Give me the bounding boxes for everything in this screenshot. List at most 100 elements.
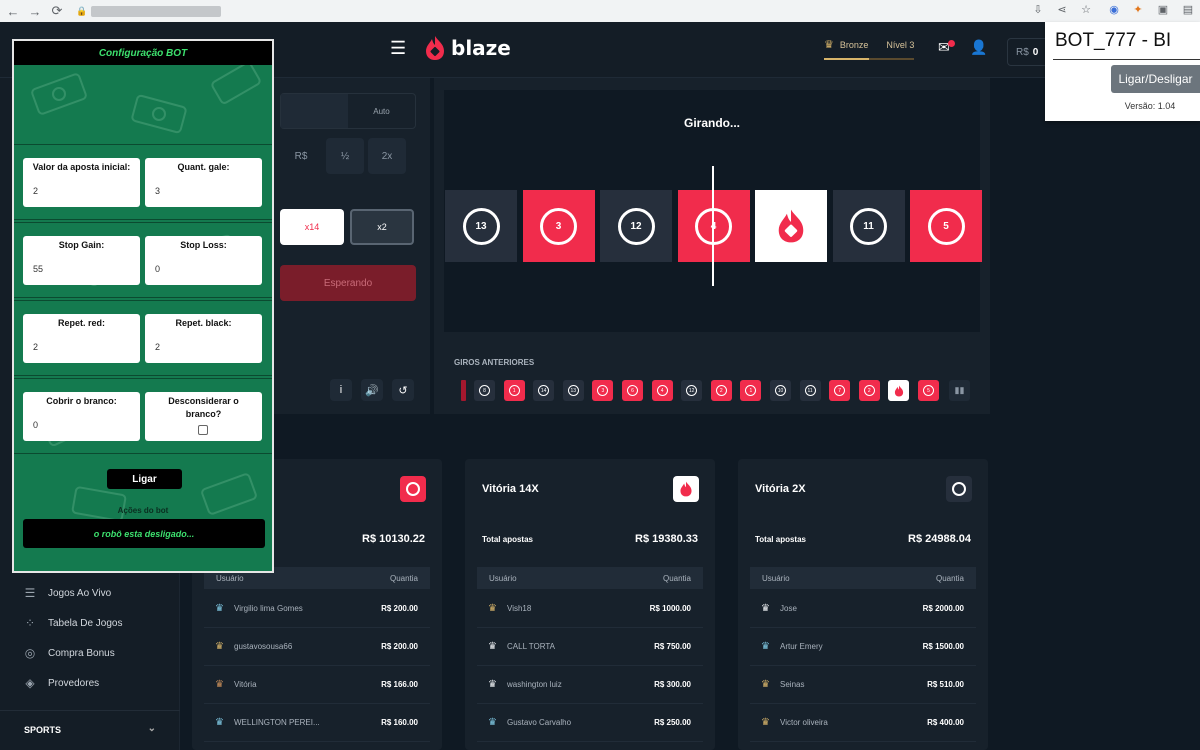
tab-normal[interactable] (281, 94, 348, 128)
menu-hamburger-icon[interactable]: ☰ (390, 38, 406, 59)
roulette-tile-black: 13 (445, 190, 517, 262)
history-label: GIROS ANTERIORES (454, 358, 535, 367)
row-amount: R$ 510.00 (927, 680, 964, 689)
stop-settings-section: Stop Gain: 55 Stop Loss: 0 (14, 222, 272, 298)
history-number: 1 (745, 385, 757, 396)
popup-version: Versão: 1.04 (1124, 101, 1176, 111)
sound-icon[interactable]: 🔊 (361, 379, 383, 401)
blaze-flame-icon (894, 385, 903, 396)
initial-bet-field[interactable]: Valor da aposta inicial: 2 (23, 158, 140, 207)
chrome-ext-icon[interactable]: ◉ (1106, 3, 1122, 16)
row-amount: R$ 750.00 (654, 642, 691, 651)
tab-auto[interactable]: Auto (348, 94, 415, 128)
star-icon[interactable]: ☆ (1078, 3, 1094, 16)
history-number: 10 (775, 385, 786, 396)
sidebar-item-live-games[interactable]: ☰ Jogos Ao Vivo (22, 586, 112, 600)
tile-number: 11 (850, 207, 887, 245)
currency-label: R$ (294, 150, 308, 162)
ext-icon-3[interactable]: ▣ (1155, 3, 1171, 16)
notification-badge (948, 40, 955, 47)
sidebar-item-bonus[interactable]: ◎ Compra Bonus (22, 646, 115, 660)
bot-start-button[interactable]: Ligar (107, 469, 182, 489)
crown-icon: ♛ (215, 641, 224, 652)
history-chip-red: 4 (651, 380, 673, 401)
field-label: Quant. gale: (177, 162, 230, 172)
field-value[interactable]: 2 (155, 342, 160, 352)
user-icon[interactable]: 👤 (970, 39, 987, 56)
toggle-bot-button[interactable]: Ligar/Desligar (1111, 65, 1200, 93)
history-number: 11 (804, 385, 816, 396)
double-button[interactable]: 2x (368, 138, 406, 174)
bonus-icon: ◎ (24, 646, 36, 660)
repeat-settings-section: Repet. red: 2 Repet. black: 2 (14, 300, 272, 376)
row-amount: R$ 166.00 (381, 680, 418, 689)
total-label: Total apostas (482, 535, 533, 544)
sports-label: SPORTS (24, 725, 62, 735)
gale-count-field[interactable]: Quant. gale: 3 (145, 158, 262, 207)
table-row: ♛ Artur Emery R$ 1500.00 (750, 628, 976, 666)
sports-menu[interactable]: SPORTS ⌄ (0, 710, 180, 750)
games-table-icon: ⁘ (24, 616, 36, 630)
column-user: Usuário (489, 574, 517, 583)
field-value[interactable]: 2 (33, 186, 38, 196)
repeat-red-field[interactable]: Repet. red: 2 (23, 314, 140, 363)
roulette-pointer (712, 166, 714, 286)
half-button[interactable]: ½ (326, 138, 364, 174)
ext-icon-4[interactable]: ▤ (1180, 3, 1196, 16)
metamask-icon[interactable]: ✦ (1130, 3, 1146, 16)
field-label: Repet. red: (57, 318, 105, 328)
ignore-white-checkbox[interactable] (198, 425, 208, 435)
row-user: gustavosousa66 (234, 642, 293, 651)
download-icon[interactable]: ⇩ (1030, 3, 1046, 16)
history-chip-red: 6 (622, 380, 643, 401)
bot-status: o robô esta desligado... (23, 519, 265, 548)
history-number: 2 (863, 385, 875, 396)
bet-amount-row: R$ ½ 2x (280, 138, 406, 174)
stats-chart-icon[interactable]: ▮▮ (949, 380, 970, 401)
table-row: ♛ washington luiz R$ 300.00 (477, 666, 703, 704)
sidebar-item-label: Jogos Ao Vivo (48, 587, 112, 599)
history-chip-black: 11 (799, 380, 821, 401)
reload-icon[interactable]: ⟳ (48, 3, 66, 19)
crown-icon: ♛ (215, 679, 224, 690)
address-bar[interactable]: 🔒 (76, 3, 222, 19)
row-user: Vish18 (507, 604, 532, 613)
rank-display[interactable]: ♛ Bronze Nível 3 (824, 38, 914, 51)
share-icon[interactable]: ⋖ (1054, 3, 1070, 16)
field-value[interactable]: 3 (155, 186, 160, 196)
row-user: Artur Emery (780, 642, 823, 651)
row-user: Jose (780, 604, 797, 613)
field-value[interactable]: 2 (33, 342, 38, 352)
roulette-tile-black: 11 (832, 190, 905, 262)
bet-submit-button[interactable]: Esperando (280, 265, 416, 301)
field-value[interactable]: 0 (155, 264, 160, 274)
popup-divider (1053, 59, 1200, 60)
blaze-logo[interactable]: blaze (424, 35, 511, 61)
sidebar-item-games-table[interactable]: ⁘ Tabela De Jogos (22, 616, 123, 630)
black-x2-button[interactable]: x2 (350, 209, 414, 245)
sidebar-item-label: Compra Bonus (48, 647, 115, 659)
history-number: 5 (923, 385, 934, 396)
field-value[interactable]: 0 (33, 420, 38, 430)
back-arrow-icon[interactable]: ← (4, 4, 22, 19)
row-amount: R$ 300.00 (654, 680, 691, 689)
row-amount: R$ 200.00 (381, 642, 418, 651)
field-value[interactable]: 55 (33, 264, 43, 274)
stop-loss-field[interactable]: Stop Loss: 0 (145, 236, 262, 285)
history-number: 1 (508, 385, 520, 396)
history-icon[interactable]: ↺ (392, 379, 414, 401)
cover-white-field[interactable]: Cobrir o branco: 0 (23, 392, 140, 441)
crown-icon: ♛ (824, 39, 834, 51)
total-value: R$ 10130.22 (362, 533, 425, 545)
rank-name: Bronze (839, 39, 869, 50)
repeat-black-field[interactable]: Repet. black: 2 (145, 314, 262, 363)
crown-icon: ♛ (761, 641, 770, 652)
stop-gain-field[interactable]: Stop Gain: 55 (23, 236, 140, 285)
forward-arrow-icon[interactable]: → (26, 4, 44, 19)
info-icon[interactable]: i (330, 379, 352, 401)
white-x14-button[interactable]: x14 (280, 209, 344, 245)
sidebar-item-providers[interactable]: ◈ Provedores (22, 676, 99, 690)
lock-icon: 🔒 (76, 5, 88, 16)
table-row: ♛ Seinas R$ 510.00 (750, 666, 976, 704)
table-row: ♛ Victor oliveira R$ 400.00 (750, 704, 976, 742)
